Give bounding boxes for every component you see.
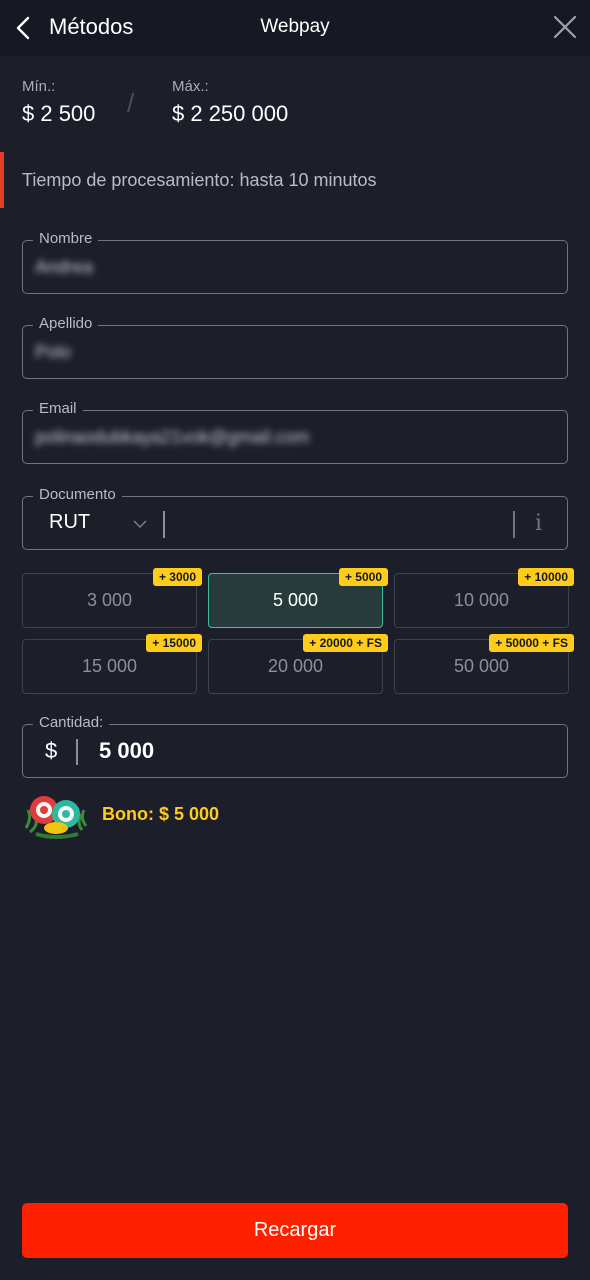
processing-time-notice: Tiempo de procesamiento: hasta 10 minuto… [0,152,590,208]
casino-chips-icon [24,796,88,839]
document-number-input[interactable] [171,511,501,538]
document-input-cursor [163,511,165,538]
amount-value: 50 000 [453,656,510,676]
bonus-badge: + 3000 [152,568,202,586]
document-type-select[interactable]: RUT [49,511,90,534]
amount-option-20000[interactable]: 20 000 + 20000 + FS [208,634,388,694]
bonus-badge: + 15000 [146,634,202,652]
bonus-badge: + 10000 [518,568,574,586]
amount-input-field[interactable]: Cantidad: $ 5 000 [22,714,568,778]
amount-value: 15 000 [81,656,138,676]
deposit-limits: Mín.: $ 2 500 / Máx.: $ 2 250 000 [22,78,582,138]
last-name-value[interactable]: Polo [35,342,71,363]
max-value: $ 2 250 000 [172,101,289,126]
min-value: $ 2 500 [22,101,96,126]
currency-symbol: $ [45,738,58,763]
last-name-field[interactable]: Apellido Polo [22,315,568,379]
amount-value[interactable]: 5 000 [99,738,154,764]
amount-value: 3 000 [86,590,133,610]
email-field[interactable]: Email polinaodubkaya21vok@gmail.com [22,400,568,464]
amount-value: 10 000 [453,590,510,610]
max-label: Máx.: [172,78,209,95]
limits-separator: / [127,88,135,118]
recharge-button[interactable]: Recargar [22,1203,568,1258]
min-limit: Mín.: $ 2 500 [22,78,95,127]
bonus-info: Bono: $ 5 000 [22,788,422,840]
info-icon[interactable]: i [535,511,542,536]
payment-method-name: Webpay [260,16,330,37]
document-field: Documento RUT i [22,486,568,550]
amount-option-5000[interactable]: 5 000 + 5000 [208,568,388,628]
document-label: Documento [33,486,122,503]
notice-accent-bar [0,152,4,208]
chevron-down-icon[interactable] [133,519,147,529]
amount-value: 5 000 [272,590,319,610]
max-limit: Máx.: $ 2 250 000 [172,78,288,127]
document-divider [513,511,515,538]
processing-time-text: Tiempo de procesamiento: hasta 10 minuto… [22,170,377,190]
amount-value: 20 000 [267,656,324,676]
email-value[interactable]: polinaodubkaya21vok@gmail.com [35,427,309,448]
last-name-label: Apellido [33,315,99,332]
bonus-amount-text: Bono: $ 5 000 [102,804,220,824]
first-name-label: Nombre [33,230,99,247]
top-bar: Métodos Webpay [0,0,590,56]
amount-option-50000[interactable]: 50 000 + 50000 + FS [394,634,574,694]
amount-label: Cantidad: [33,714,110,731]
bonus-badge: + 50000 + FS [489,634,574,652]
bonus-badge: + 5000 [338,568,388,586]
amount-option-3000[interactable]: 3 000 + 3000 [22,568,202,628]
amount-option-10000[interactable]: 10 000 + 10000 [394,568,574,628]
email-label: Email [33,400,83,417]
amount-option-15000[interactable]: 15 000 + 15000 [22,634,202,694]
bonus-badge: + 20000 + FS [303,634,388,652]
min-label: Mín.: [22,78,56,95]
first-name-value[interactable]: Andrea [35,257,93,278]
first-name-field[interactable]: Nombre Andrea [22,230,568,294]
close-icon[interactable] [552,14,578,40]
currency-divider [76,739,78,765]
